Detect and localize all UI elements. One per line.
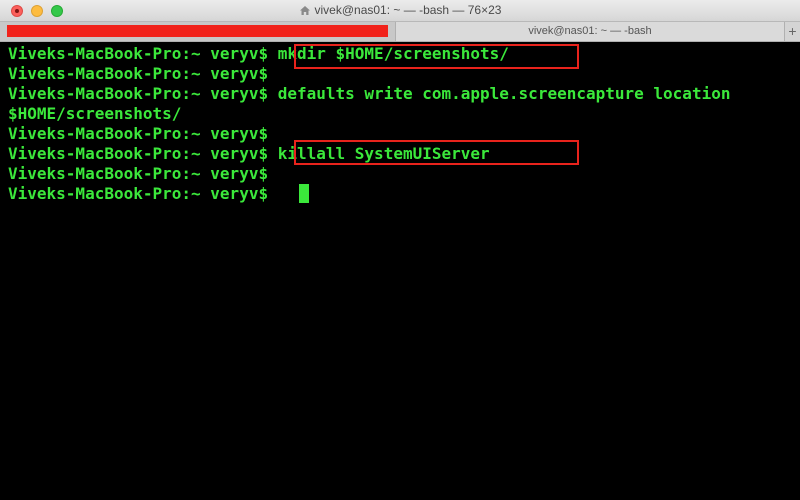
shell-command: $HOME/screenshots/	[8, 104, 182, 123]
terminal-line: Viveks-MacBook-Pro:~ veryv$	[8, 64, 268, 84]
terminal-window: vivek@nas01: ~ — -bash — 76×23 vivek@nas…	[0, 0, 800, 500]
home-icon	[299, 2, 311, 23]
shell-prompt: Viveks-MacBook-Pro:~ veryv$	[8, 44, 269, 63]
terminal-line: $HOME/screenshots/	[8, 104, 181, 124]
highlight-box-mkdir	[294, 44, 579, 69]
tab-bar: vivek@nas01: ~ — -bash +	[0, 22, 800, 42]
tab-2-label: vivek@nas01: ~ — -bash	[528, 25, 652, 37]
shell-prompt: Viveks-MacBook-Pro:~ veryv$	[8, 164, 269, 183]
text-cursor	[299, 184, 309, 203]
terminal-line: Viveks-MacBook-Pro:~ veryv$	[8, 124, 268, 144]
terminal-line: Viveks-MacBook-Pro:~ veryv$	[8, 164, 268, 184]
shell-prompt: Viveks-MacBook-Pro:~ veryv$	[8, 184, 269, 203]
terminal-output[interactable]: Viveks-MacBook-Pro:~ veryv$ mkdir $HOME/…	[0, 42, 800, 500]
shell-prompt: Viveks-MacBook-Pro:~ veryv$	[8, 64, 269, 83]
terminal-line: Viveks-MacBook-Pro:~ veryv$	[8, 184, 278, 204]
title-bar[interactable]: vivek@nas01: ~ — -bash — 76×23	[0, 0, 800, 22]
window-title-container: vivek@nas01: ~ — -bash — 76×23	[0, 0, 800, 21]
new-tab-button[interactable]: +	[784, 22, 800, 41]
shell-prompt: Viveks-MacBook-Pro:~ veryv$	[8, 84, 269, 103]
shell-command	[268, 184, 278, 203]
highlight-box-killall	[294, 140, 579, 165]
shell-prompt: Viveks-MacBook-Pro:~ veryv$	[8, 144, 269, 163]
window-title: vivek@nas01: ~ — -bash — 76×23	[314, 3, 502, 17]
tab-2[interactable]: vivek@nas01: ~ — -bash	[396, 22, 784, 41]
shell-command: defaults write com.apple.screencapture l…	[268, 84, 731, 103]
terminal-line: Viveks-MacBook-Pro:~ veryv$ defaults wri…	[8, 84, 730, 104]
tab-1[interactable]	[0, 22, 396, 41]
redaction-bar	[7, 25, 388, 37]
shell-prompt: Viveks-MacBook-Pro:~ veryv$	[8, 124, 269, 143]
